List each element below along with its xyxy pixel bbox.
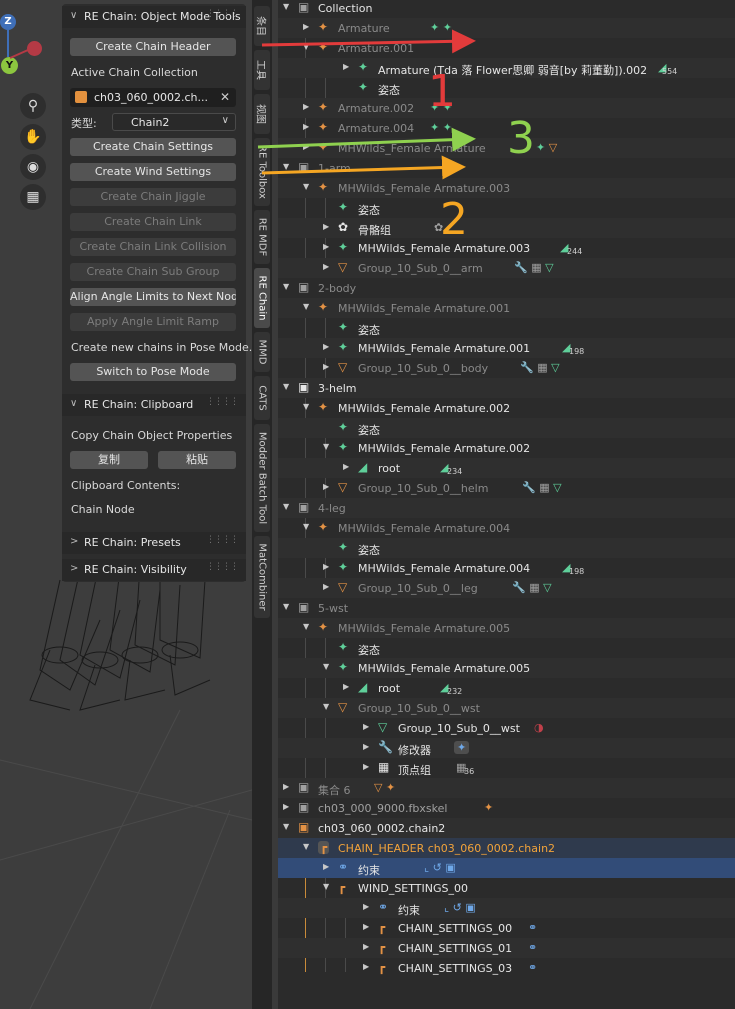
orange-arrow: [261, 155, 466, 180]
red-arrow: [261, 29, 476, 54]
annotation-number-3: 3: [507, 113, 535, 164]
annotation-number-2: 2: [440, 194, 468, 245]
green-arrow: [257, 127, 476, 152]
annotation-number-1: 1: [428, 66, 456, 117]
annotation-arrows: [257, 29, 476, 180]
